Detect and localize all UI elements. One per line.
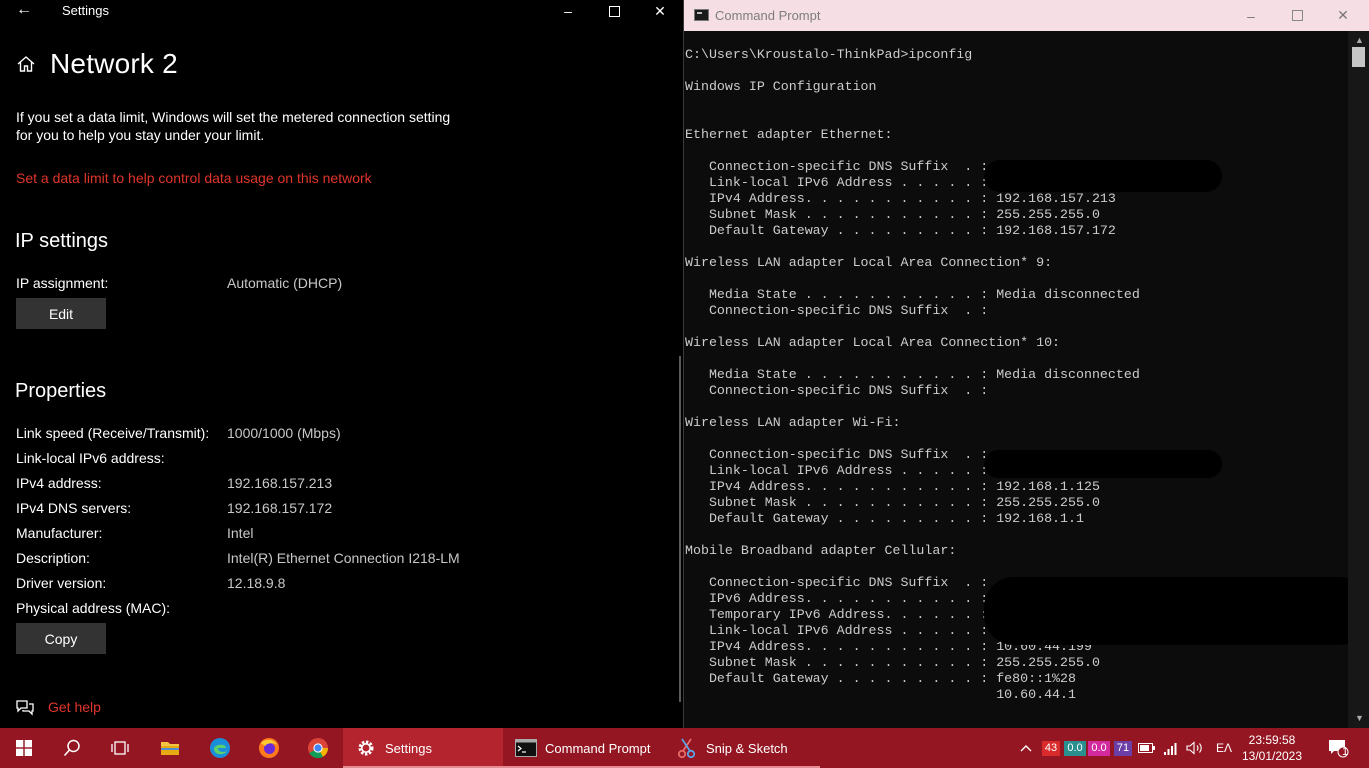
settings-titlebar: ← Settings – ✕ bbox=[0, 0, 683, 22]
tray-badge: 43 bbox=[1041, 740, 1061, 756]
battery-button[interactable] bbox=[1136, 728, 1158, 768]
scrollbar[interactable] bbox=[679, 356, 681, 702]
redaction-mark bbox=[984, 160, 1222, 192]
edge-icon bbox=[210, 738, 230, 758]
back-arrow-icon[interactable]: ← bbox=[16, 1, 32, 19]
set-data-limit-link[interactable]: Set a data limit to help control data us… bbox=[16, 170, 372, 186]
speaker-icon bbox=[1186, 741, 1202, 755]
copy-button[interactable]: Copy bbox=[16, 623, 106, 654]
get-help-link[interactable]: Get help bbox=[48, 699, 101, 715]
cmd-maximize-button[interactable] bbox=[1274, 0, 1320, 31]
cmd-close-button[interactable]: ✕ bbox=[1320, 0, 1366, 31]
tray-monitor-pink[interactable]: 0.0 bbox=[1088, 728, 1110, 768]
chevron-up-icon bbox=[1020, 745, 1032, 752]
clock[interactable]: 23:59:58 13/01/2023 bbox=[1240, 732, 1304, 764]
tray-badge: 0.0 bbox=[1088, 740, 1110, 756]
maximize-icon bbox=[1291, 10, 1303, 21]
chrome-button[interactable] bbox=[294, 728, 342, 768]
task-view-button[interactable] bbox=[96, 728, 144, 768]
tray-monitor-red[interactable]: 43 bbox=[1040, 728, 1062, 768]
property-label: IPv4 address: bbox=[16, 475, 102, 491]
taskbar-app-snip-sketch[interactable]: Snip & Sketch bbox=[668, 728, 820, 768]
property-label: Manufacturer: bbox=[16, 525, 103, 541]
redaction-mark bbox=[984, 577, 1369, 645]
task-view-icon bbox=[111, 741, 129, 755]
data-limit-description: If you set a data limit, Windows will se… bbox=[16, 109, 451, 143]
battery-icon bbox=[1138, 743, 1155, 753]
cmd-window-title: Command Prompt bbox=[715, 8, 821, 23]
properties-heading: Properties bbox=[15, 380, 107, 402]
help-chat-icon bbox=[16, 700, 34, 716]
gear-icon bbox=[355, 737, 377, 759]
search-icon bbox=[63, 739, 80, 757]
edge-button[interactable] bbox=[196, 728, 244, 768]
property-label: IPv4 DNS servers: bbox=[16, 500, 132, 516]
firefox-icon bbox=[259, 738, 279, 758]
taskbar-app-label: Snip & Sketch bbox=[706, 740, 788, 756]
maximize-button[interactable] bbox=[591, 0, 637, 22]
close-button[interactable]: ✕ bbox=[637, 0, 683, 22]
property-value: 192.168.157.213 bbox=[227, 475, 333, 491]
windows-logo-icon bbox=[16, 740, 32, 756]
home-icon bbox=[17, 56, 35, 72]
signal-bars-icon bbox=[1164, 743, 1177, 755]
volume-button[interactable] bbox=[1184, 728, 1206, 768]
redaction-mark bbox=[984, 450, 1222, 478]
cmd-icon bbox=[694, 9, 709, 21]
property-value: Intel(R) Ethernet Connection I218-LM bbox=[227, 550, 460, 566]
tray-monitor-purple[interactable]: 71 bbox=[1112, 728, 1134, 768]
action-center-button[interactable]: 1 bbox=[1318, 728, 1358, 768]
command-prompt-window: Command Prompt – ✕ C:\Users\Kroustalo-Th… bbox=[683, 0, 1369, 728]
cmd-icon bbox=[515, 737, 537, 759]
taskbar-app-label: Command Prompt bbox=[545, 740, 651, 756]
search-button[interactable] bbox=[48, 728, 96, 768]
network-button[interactable] bbox=[1160, 728, 1182, 768]
input-language-button[interactable]: ΕΛ bbox=[1208, 728, 1240, 768]
property-label: Physical address (MAC): bbox=[16, 600, 171, 616]
show-hidden-icons-button[interactable] bbox=[1016, 728, 1036, 768]
property-value: 192.168.157.172 bbox=[227, 500, 333, 516]
edit-button[interactable]: Edit bbox=[16, 298, 106, 329]
notification-count: 1 bbox=[1342, 746, 1349, 758]
property-value: 12.18.9.8 bbox=[227, 575, 286, 591]
ip-assignment-label: IP assignment: bbox=[16, 275, 109, 291]
cmd-titlebar: Command Prompt – ✕ bbox=[684, 0, 1369, 31]
taskbar-app-settings[interactable]: Settings bbox=[343, 728, 503, 768]
property-label: Description: bbox=[16, 550, 90, 566]
clock-time: 23:59:58 bbox=[1248, 733, 1296, 747]
maximize-icon bbox=[608, 5, 620, 17]
page-header: Network 2 bbox=[16, 48, 178, 80]
ip-assignment-value: Automatic (DHCP) bbox=[227, 275, 343, 291]
scroll-down-icon[interactable]: ▼ bbox=[1355, 713, 1364, 723]
taskbar: Settings Command Prompt Snip & Sketch 43… bbox=[0, 728, 1369, 768]
scroll-up-icon[interactable]: ▲ bbox=[1355, 35, 1364, 45]
property-label: Link speed (Receive/Transmit): bbox=[16, 425, 210, 441]
cmd-minimize-button[interactable]: – bbox=[1228, 0, 1274, 31]
tray-badge: 71 bbox=[1113, 740, 1133, 756]
tray-monitor-teal[interactable]: 0.0 bbox=[1064, 728, 1086, 768]
property-label: Link-local IPv6 address: bbox=[16, 450, 165, 466]
clock-date: 13/01/2023 bbox=[1241, 749, 1303, 763]
settings-window: ← Settings – ✕ Network 2 If you set a da… bbox=[0, 0, 683, 728]
page-title: Network 2 bbox=[50, 48, 178, 79]
taskbar-app-label: Settings bbox=[385, 740, 432, 756]
property-label: Driver version: bbox=[16, 575, 107, 591]
file-explorer-button[interactable] bbox=[146, 728, 194, 768]
taskbar-app-command-prompt[interactable]: Command Prompt bbox=[503, 728, 668, 768]
scrollbar-thumb[interactable] bbox=[1352, 47, 1365, 67]
minimize-button[interactable]: – bbox=[545, 0, 591, 22]
chrome-icon bbox=[308, 738, 329, 759]
property-value: 1000/1000 (Mbps) bbox=[227, 425, 341, 441]
snip-sketch-icon bbox=[676, 737, 698, 759]
tray-badge: 0.0 bbox=[1064, 740, 1086, 756]
start-button[interactable] bbox=[0, 728, 48, 768]
folder-icon bbox=[161, 742, 179, 755]
property-value: Intel bbox=[227, 525, 254, 541]
firefox-button[interactable] bbox=[245, 728, 293, 768]
window-title: Settings bbox=[62, 3, 109, 18]
ip-settings-heading: IP settings bbox=[15, 230, 109, 252]
cmd-scrollbar[interactable]: ▲ ▼ bbox=[1348, 31, 1369, 728]
